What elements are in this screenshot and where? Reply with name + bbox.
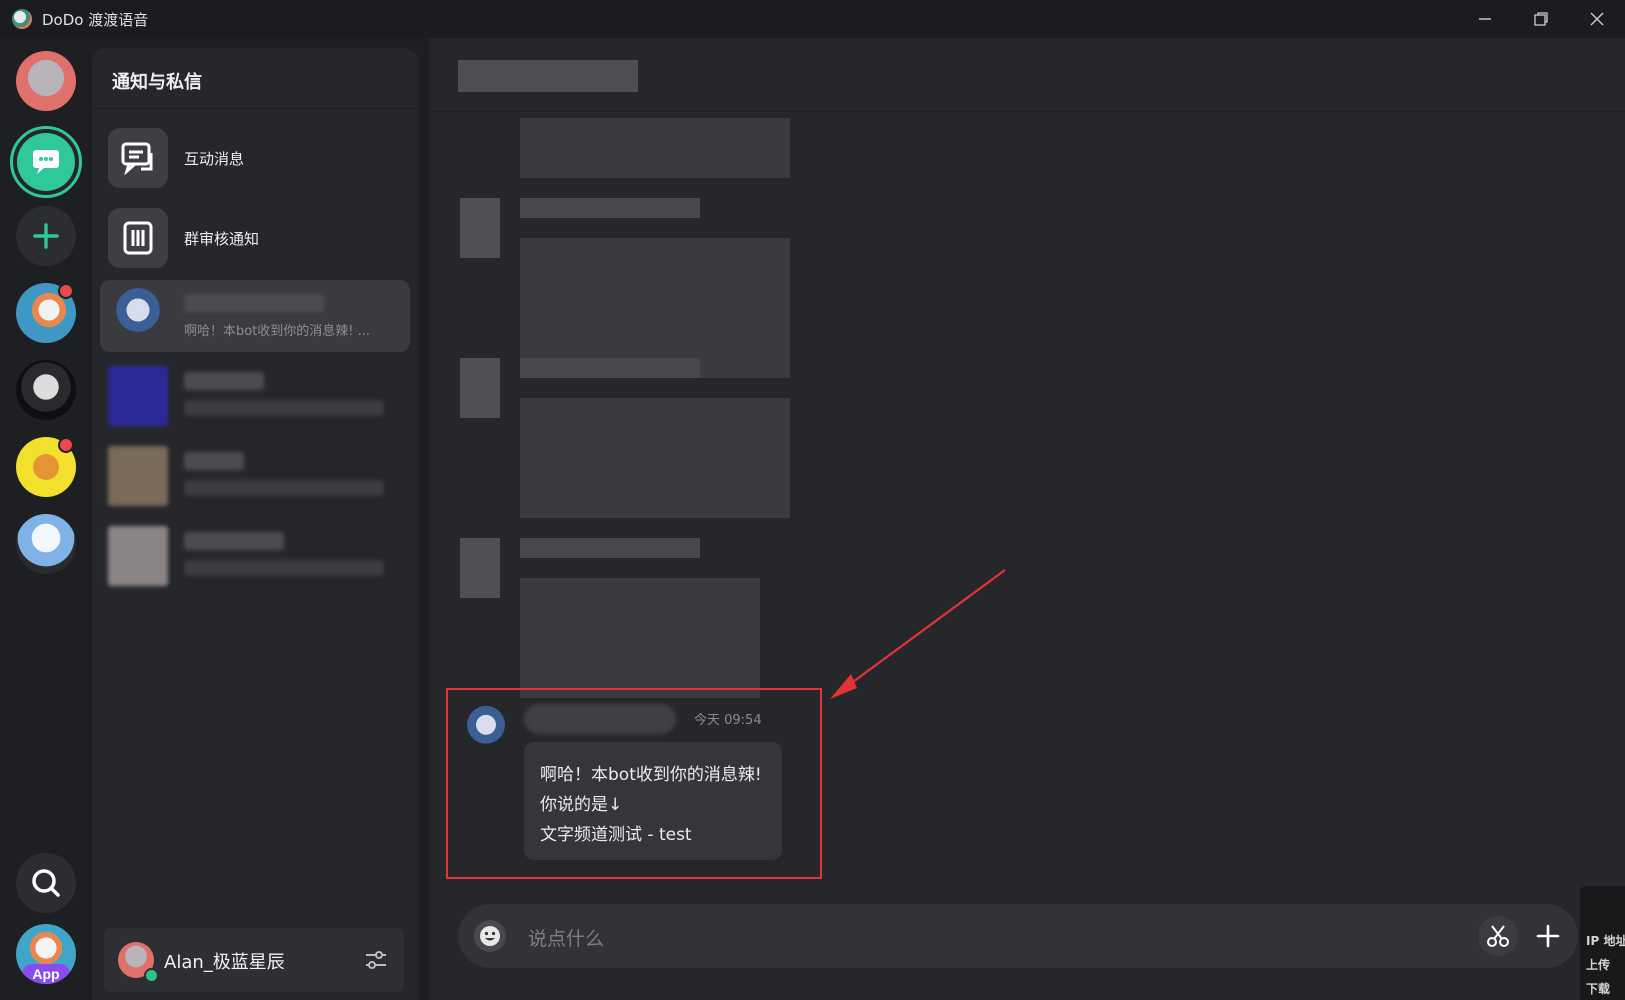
blurred-message [520, 398, 790, 518]
title-bar: DoDo 渡渡语音 [0, 0, 1625, 38]
notification-badge [58, 283, 74, 299]
blurred-preview [184, 480, 384, 496]
panel-title: 通知与私信 [112, 72, 202, 93]
plus-icon [33, 223, 59, 249]
blurred-name [184, 294, 324, 312]
message-bubble: 啊哈！本bot收到你的消息辣! 你说的是↓ 文字频道测试 - test [524, 742, 782, 860]
server-icon-anime[interactable] [16, 514, 76, 574]
blurred-message [520, 578, 760, 698]
conversation-item[interactable] [100, 440, 410, 512]
add-attachment-button[interactable] [1528, 916, 1568, 956]
conversation-avatar [108, 446, 168, 506]
add-server-button[interactable] [16, 206, 76, 266]
item-label: 互动消息 [184, 150, 245, 168]
blurred-name [520, 198, 700, 218]
blurred-message [520, 238, 790, 378]
blurred-name [184, 452, 244, 470]
network-overlay: IP 地址 上传 下载 [1580, 886, 1625, 1000]
conversation-avatar [108, 366, 168, 426]
blurred-sender-name [524, 704, 676, 734]
user-name: Alan_极蓝星辰 [164, 952, 285, 973]
emoji-icon [480, 926, 500, 946]
overlay-line: 上传 [1586, 958, 1611, 972]
maximize-icon [1534, 12, 1548, 26]
conversation-item-bot[interactable]: 啊哈！本bot收到你的消息辣! ... [100, 280, 410, 352]
notification-badge [58, 437, 74, 453]
app-logo [12, 9, 32, 29]
notebook-icon [108, 208, 168, 268]
chat-bubbles-icon [108, 128, 168, 188]
message-line: 啊哈！本bot收到你的消息辣! [540, 765, 762, 785]
conversation-preview: 啊哈！本bot收到你的消息辣! ... [184, 324, 371, 339]
message-input[interactable]: 说点什么 [528, 924, 604, 951]
search-button[interactable] [16, 853, 76, 913]
conversation-avatar [108, 526, 168, 586]
emoji-button[interactable] [474, 920, 506, 952]
message-line: 文字频道测试 - test [540, 825, 692, 845]
server-icon-beer[interactable] [16, 437, 76, 497]
search-icon [32, 869, 60, 897]
blurred-message [520, 118, 790, 178]
server-icon-dark[interactable] [16, 360, 76, 420]
message-avatar[interactable] [460, 704, 512, 756]
user-avatar[interactable] [16, 51, 76, 111]
messages-button[interactable] [10, 126, 82, 198]
interaction-messages-item[interactable]: 互动消息 [100, 120, 410, 192]
blurred-name [520, 538, 700, 558]
blurred-avatar [460, 358, 500, 418]
conversation-item[interactable] [100, 360, 410, 432]
minimize-button[interactable] [1457, 0, 1513, 38]
message-timestamp: 今天 09:54 [694, 713, 762, 728]
chat-header [430, 38, 1625, 112]
overlay-line: 下载 [1586, 982, 1611, 996]
blurred-avatar [460, 538, 500, 598]
message-input-bar[interactable]: 说点什么 [458, 904, 1578, 968]
app-download-button[interactable]: App [16, 924, 76, 984]
plus-icon [1536, 924, 1560, 948]
app-label: App [22, 964, 70, 984]
window-title: DoDo 渡渡语音 [42, 10, 149, 29]
close-button[interactable] [1569, 0, 1625, 38]
online-status-icon [144, 968, 159, 983]
screenshot-button[interactable] [1478, 916, 1518, 956]
blurred-name [520, 358, 700, 378]
conversation-item[interactable] [100, 520, 410, 592]
user-bar: Alan_极蓝星辰 [104, 928, 404, 992]
minimize-icon [1479, 18, 1491, 20]
conversation-avatar [108, 286, 168, 346]
blurred-avatar [460, 198, 500, 258]
blurred-name [184, 372, 264, 390]
server-rail: App [0, 38, 92, 1000]
blurred-channel-name [458, 60, 638, 92]
blurred-preview [184, 400, 384, 416]
settings-sliders-icon[interactable] [364, 948, 388, 972]
close-icon [1590, 12, 1604, 26]
maximize-button[interactable] [1513, 0, 1569, 38]
overlay-line: IP 地址 [1586, 934, 1625, 948]
server-icon-duck[interactable] [16, 283, 76, 343]
notifications-panel: 通知与私信 互动消息 群审核通知 啊哈！本bot收到你的消息辣! ... [92, 48, 418, 1000]
messages-icon [17, 133, 75, 191]
group-review-item[interactable]: 群审核通知 [100, 200, 410, 272]
scissors-icon [1487, 925, 1509, 947]
divider [92, 108, 418, 109]
message-line: 你说的是↓ [540, 795, 623, 815]
item-label: 群审核通知 [184, 230, 260, 248]
blurred-preview [184, 560, 384, 576]
blurred-name [184, 532, 284, 550]
